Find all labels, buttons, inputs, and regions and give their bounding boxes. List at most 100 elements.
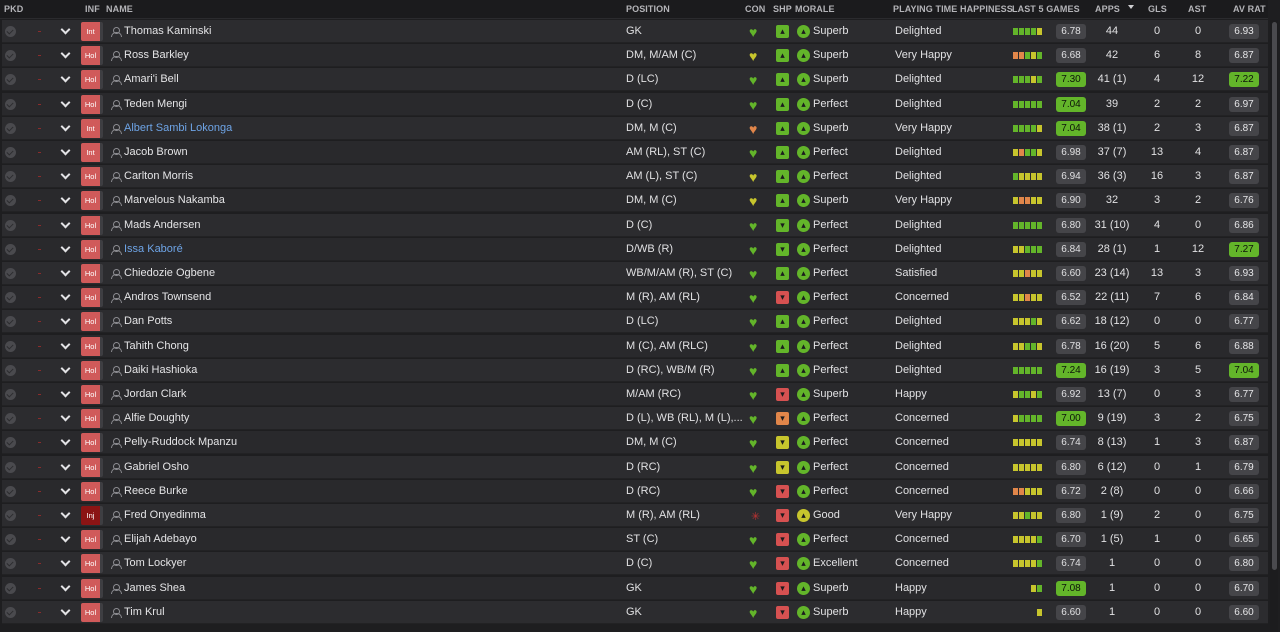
- table-row[interactable]: Int Thomas Kaminski GK ♥ ▴ ▴ Superb Delighted 6.…: [2, 20, 1268, 43]
- header-inf[interactable]: INF: [85, 4, 100, 14]
- table-row[interactable]: Hol Reece Burke D (RC) ♥ ▾ ▴ Perfect Concerned 6…: [2, 479, 1268, 503]
- chevron-down-icon[interactable]: [60, 291, 70, 301]
- table-row[interactable]: Inj Fred Onyedinma M (R), AM (RL) ✳ ▾ ▴ Good Ve…: [2, 504, 1268, 527]
- picked-check-icon[interactable]: [5, 219, 16, 231]
- chevron-down-icon[interactable]: [60, 340, 70, 350]
- picked-check-icon[interactable]: [5, 558, 16, 570]
- picked-check-icon[interactable]: [5, 510, 16, 521]
- chevron-down-icon[interactable]: [60, 146, 70, 156]
- picked-check-icon[interactable]: [5, 26, 16, 37]
- player-name[interactable]: Fred Onyedinma: [124, 509, 206, 521]
- chevron-down-icon[interactable]: [60, 509, 70, 519]
- chevron-down-icon[interactable]: [60, 315, 70, 325]
- table-row[interactable]: Hol Carlton Morris AM (L), ST (C) ♥ ▴ ▴ Perfec…: [2, 165, 1268, 189]
- header-last5[interactable]: LAST 5 GAMES: [1012, 4, 1080, 14]
- picked-check-icon[interactable]: [5, 268, 16, 279]
- chevron-down-icon[interactable]: [60, 412, 70, 422]
- chevron-down-icon[interactable]: [60, 436, 70, 446]
- player-name[interactable]: Thomas Kaminski: [124, 25, 211, 37]
- table-row[interactable]: Hol Jordan Clark M/AM (RC) ♥ ▾ ▴ Superb Happy 6.…: [2, 383, 1268, 406]
- picked-check-icon[interactable]: [5, 364, 16, 376]
- picked-check-icon[interactable]: [5, 606, 16, 618]
- player-name[interactable]: Albert Sambi Lokonga: [124, 122, 232, 134]
- table-row[interactable]: Hol Tom Lockyer D (C) ♥ ▾ ▴ Excellent Concerned…: [2, 552, 1268, 576]
- chevron-down-icon[interactable]: [60, 219, 70, 229]
- table-row[interactable]: Hol Chiedozie Ogbene WB/M/AM (R), ST (C) ♥ ▴…: [2, 262, 1268, 285]
- player-name[interactable]: Teden Mengi: [124, 98, 187, 110]
- header-gls[interactable]: GLS: [1148, 4, 1167, 14]
- table-row[interactable]: Hol Issa Kaboré D/WB (R) ♥ ▾ ▴ Perfect Delighte…: [2, 237, 1268, 261]
- header-name[interactable]: NAME: [106, 4, 133, 14]
- table-row[interactable]: Hol Pelly-Ruddock Mpanzu DM, M (C) ♥ ▾ ▴ Perfe…: [2, 431, 1268, 455]
- chevron-down-icon[interactable]: [60, 485, 70, 495]
- player-name[interactable]: James Shea: [124, 582, 185, 594]
- header-pkd[interactable]: PKD: [4, 4, 23, 14]
- player-name[interactable]: Alfie Doughty: [124, 412, 189, 424]
- chevron-down-icon[interactable]: [60, 461, 70, 471]
- table-row[interactable]: Hol Marvelous Nakamba DM, M (C) ♥ ▴ ▴ Superb Ve…: [2, 189, 1268, 213]
- chevron-down-icon[interactable]: [60, 582, 70, 592]
- table-row[interactable]: Hol James Shea GK ♥ ▾ ▴ Superb Happy 7.08 1 0 0 6.70: [2, 576, 1268, 600]
- player-name[interactable]: Mads Andersen: [124, 219, 200, 231]
- player-name[interactable]: Amari'i Bell: [124, 73, 179, 85]
- picked-check-icon[interactable]: [5, 74, 16, 86]
- player-name[interactable]: Daiki Hashioka: [124, 364, 197, 376]
- header-avrat[interactable]: AV RAT: [1233, 4, 1266, 14]
- picked-check-icon[interactable]: [5, 50, 16, 62]
- table-row[interactable]: Int Albert Sambi Lokonga DM, M (C) ♥ ▴ ▴ Super…: [2, 116, 1268, 140]
- table-row[interactable]: Hol Dan Potts D (LC) ♥ ▴ ▴ Perfect Delighted 6.6…: [2, 310, 1268, 334]
- table-row[interactable]: Hol Mads Andersen D (C) ♥ ▾ ▴ Perfect Delighted…: [2, 213, 1268, 237]
- chevron-down-icon[interactable]: [60, 25, 70, 35]
- table-row[interactable]: Int Jacob Brown AM (RL), ST (C) ♥ ▴ ▴ Perfect D…: [2, 141, 1268, 164]
- player-name[interactable]: Jordan Clark: [124, 388, 186, 400]
- picked-check-icon[interactable]: [5, 98, 16, 110]
- player-name[interactable]: Tom Lockyer: [124, 557, 186, 569]
- chevron-down-icon[interactable]: [60, 364, 70, 374]
- player-name[interactable]: Gabriel Osho: [124, 461, 189, 473]
- picked-check-icon[interactable]: [5, 147, 16, 158]
- chevron-down-icon[interactable]: [60, 533, 70, 543]
- header-con[interactable]: CON: [745, 4, 765, 14]
- chevron-down-icon[interactable]: [60, 170, 70, 180]
- header-position[interactable]: POSITION: [626, 4, 670, 14]
- table-row[interactable]: Hol Gabriel Osho D (RC) ♥ ▾ ▴ Perfect Concerned…: [2, 455, 1268, 479]
- header-happiness[interactable]: PLAYING TIME HAPPINESS: [893, 4, 1013, 14]
- table-row[interactable]: Hol Tim Krul GK ♥ ▾ ▴ Superb Happy 6.60 1 0 0 6.60: [2, 600, 1268, 624]
- player-name[interactable]: Carlton Morris: [124, 170, 193, 182]
- header-morale[interactable]: MORALE: [795, 4, 835, 14]
- player-name[interactable]: Elijah Adebayo: [124, 533, 197, 545]
- player-name[interactable]: Dan Potts: [124, 315, 172, 327]
- picked-check-icon[interactable]: [5, 243, 16, 255]
- chevron-down-icon[interactable]: [60, 49, 70, 59]
- chevron-down-icon[interactable]: [60, 98, 70, 108]
- picked-check-icon[interactable]: [5, 195, 16, 207]
- picked-check-icon[interactable]: [5, 413, 16, 425]
- player-name[interactable]: Chiedozie Ogbene: [124, 267, 215, 279]
- picked-check-icon[interactable]: [5, 582, 16, 594]
- table-row[interactable]: Hol Alfie Doughty D (L), WB (RL), M (L),..…: [2, 407, 1268, 431]
- chevron-down-icon[interactable]: [60, 388, 70, 398]
- chevron-down-icon[interactable]: [60, 194, 70, 204]
- picked-check-icon[interactable]: [5, 437, 16, 449]
- table-row[interactable]: Hol Andros Townsend M (R), AM (RL) ♥ ▾ ▴ Perfe…: [2, 286, 1268, 310]
- table-row[interactable]: Hol Tahith Chong M (C), AM (RLC) ♥ ▴ ▴ Perfect…: [2, 334, 1268, 358]
- header-ast[interactable]: AST: [1188, 4, 1206, 14]
- chevron-down-icon[interactable]: [60, 267, 70, 277]
- chevron-down-icon[interactable]: [60, 73, 70, 83]
- player-name[interactable]: Pelly-Ruddock Mpanzu: [124, 436, 237, 448]
- picked-check-icon[interactable]: [5, 461, 16, 473]
- player-name[interactable]: Marvelous Nakamba: [124, 194, 225, 206]
- table-row[interactable]: Hol Elijah Adebayo ST (C) ♥ ▾ ▴ Perfect Concern…: [2, 528, 1268, 552]
- picked-check-icon[interactable]: [5, 389, 16, 400]
- picked-check-icon[interactable]: [5, 340, 16, 352]
- chevron-down-icon[interactable]: [60, 557, 70, 567]
- player-name[interactable]: Tahith Chong: [124, 340, 189, 352]
- header-apps[interactable]: APPS: [1095, 4, 1120, 14]
- player-name[interactable]: Jacob Brown: [124, 146, 188, 158]
- picked-check-icon[interactable]: [5, 171, 16, 183]
- table-row[interactable]: Hol Teden Mengi D (C) ♥ ▴ ▴ Perfect Delighted 7.…: [2, 92, 1268, 116]
- chevron-down-icon[interactable]: [60, 606, 70, 616]
- player-name[interactable]: Tim Krul: [124, 606, 165, 618]
- picked-check-icon[interactable]: [5, 316, 16, 328]
- chevron-down-icon[interactable]: [60, 243, 70, 253]
